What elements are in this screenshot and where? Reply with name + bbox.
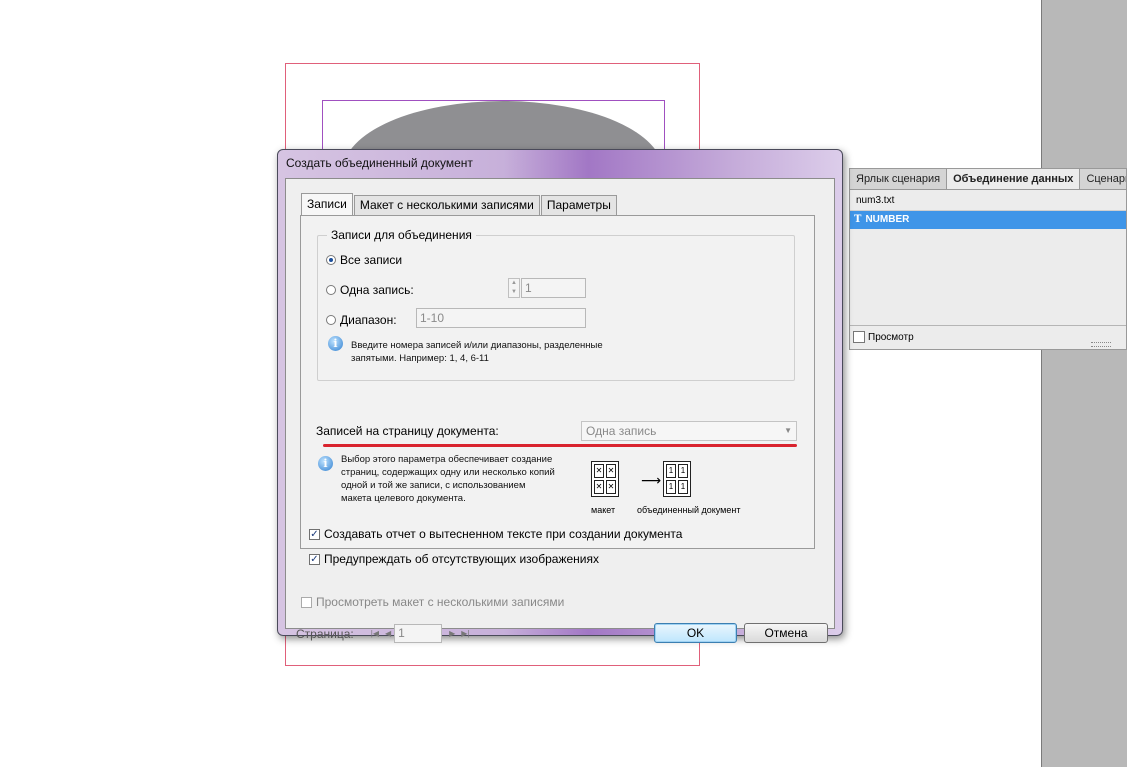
create-merged-document-dialog: Создать объединенный документ Записи Мак…	[277, 149, 843, 643]
records-per-page-value: Одна запись	[586, 424, 657, 438]
missing-images-option[interactable]: ✓ Предупреждать об отсутствующих изображ…	[309, 552, 599, 566]
radio-icon[interactable]	[326, 255, 336, 265]
tab-data-merge[interactable]: Объединение данных	[947, 169, 1081, 189]
per-page-hint-line: Выбор этого параметра обеспечивает созда…	[341, 454, 553, 465]
per-page-hint: Выбор этого параметра обеспечивает созда…	[341, 453, 555, 505]
merged-page-icon: 1111	[663, 461, 691, 497]
page-navigator: Страница: |◀ ◀ 1 ▶ ▶|	[296, 624, 473, 643]
cancel-button[interactable]: Отмена	[744, 623, 828, 643]
all-records-label: Все записи	[340, 253, 403, 267]
arrow-right-icon: ⟶	[641, 472, 662, 488]
missing-images-label: Предупреждать об отсутствующих изображен…	[324, 552, 599, 566]
records-per-page-label: Записей на страницу документа:	[316, 424, 499, 438]
resize-grip-icon[interactable]	[1091, 342, 1111, 347]
info-icon: i	[328, 336, 343, 351]
radio-icon[interactable]	[326, 285, 336, 295]
panel-footer: Просмотр	[850, 325, 1126, 348]
layout-page-icon: ✕ ✕ ✕ ✕	[591, 461, 619, 497]
page-number-input[interactable]: 1	[394, 624, 443, 643]
tab-script-label[interactable]: Ярлык сценария	[850, 169, 948, 189]
range-hint-line: Введите номера записей и/или диапазоны, …	[351, 340, 603, 351]
prev-page-icon[interactable]: ◀	[385, 629, 391, 638]
checkbox-icon[interactable]	[301, 596, 312, 608]
tab-records[interactable]: Записи	[301, 193, 353, 215]
checkbox-icon[interactable]: ✓	[309, 553, 320, 565]
data-source-file: num3.txt	[850, 192, 1126, 211]
per-page-hint-line: макета целевого документа.	[341, 493, 466, 504]
red-underline-annotation	[323, 444, 797, 447]
single-record-label: Одна запись:	[340, 283, 414, 297]
range-hint-line: запятыми. Например: 1, 4, 6-11	[351, 353, 489, 364]
records-tab-body: Записи для объединения Все записи Одна з…	[300, 215, 815, 566]
tab-scripts[interactable]: Сценарии	[1080, 169, 1126, 189]
chevron-down-icon: ▼	[784, 426, 792, 435]
range-input[interactable]: 1-10	[416, 308, 586, 328]
data-merge-panel: Ярлык сценария Объединение данных Сценар…	[849, 168, 1127, 350]
pasteboard-gray-area	[1041, 0, 1127, 767]
tab-options[interactable]: Параметры	[540, 195, 617, 215]
overset-report-option[interactable]: ✓ Создавать отчет о вытесненном тексте п…	[309, 527, 682, 541]
single-record-input[interactable]: 1	[521, 278, 586, 298]
all-records-option[interactable]: Все записи	[326, 253, 402, 267]
dialog-tabs: Записи Макет с несколькими записями Пара…	[301, 193, 618, 215]
info-icon: i	[318, 456, 333, 471]
checkbox-icon[interactable]: ✓	[309, 528, 320, 540]
layout-caption: макет	[591, 505, 616, 515]
tab-multiple-record-layout[interactable]: Макет с несколькими записями	[353, 195, 540, 215]
page-label: Страница:	[296, 626, 354, 641]
last-page-icon[interactable]: ▶|	[461, 629, 469, 638]
per-page-hint-line: страниц, содержащих одну или несколько к…	[341, 467, 555, 478]
range-option[interactable]: Диапазон:	[326, 313, 397, 327]
text-field-icon: T	[854, 214, 862, 225]
merged-caption: объединенный документ	[637, 505, 741, 515]
records-to-merge-group: Записи для объединения Все записи Одна з…	[317, 228, 795, 381]
dialog-title: Создать объединенный документ	[286, 156, 473, 170]
per-page-hint-line: одной и той же записи, с использованием	[341, 480, 526, 491]
records-per-page-select[interactable]: Одна запись ▼	[581, 421, 797, 441]
group-title: Записи для объединения	[327, 228, 476, 242]
data-field-row[interactable]: T NUMBER	[850, 211, 1126, 229]
range-hint: Введите номера записей и/или диапазоны, …	[351, 339, 603, 365]
first-page-icon[interactable]: |◀	[371, 629, 379, 638]
radio-icon[interactable]	[326, 315, 336, 325]
range-label: Диапазон:	[340, 313, 397, 327]
next-page-icon[interactable]: ▶	[449, 629, 455, 638]
overset-report-label: Создавать отчет о вытесненном тексте при…	[324, 527, 683, 541]
field-list-area	[850, 229, 1126, 325]
preview-label: Просмотр	[868, 331, 914, 343]
dialog-content: Записи Макет с несколькими записями Пара…	[285, 178, 835, 643]
data-field-name: NUMBER	[865, 214, 910, 225]
preview-multiple-label: Просмотреть макет с несколькими записями	[316, 595, 565, 609]
preview-multiple-layout-option[interactable]: Просмотреть макет с несколькими записями	[301, 595, 564, 609]
single-record-option[interactable]: Одна запись:	[326, 283, 414, 297]
record-stepper[interactable]: ▲ ▼	[508, 278, 520, 298]
ok-button[interactable]: OK	[654, 623, 737, 643]
panel-tabs: Ярлык сценария Объединение данных Сценар…	[850, 169, 1126, 190]
preview-checkbox[interactable]	[853, 331, 865, 343]
